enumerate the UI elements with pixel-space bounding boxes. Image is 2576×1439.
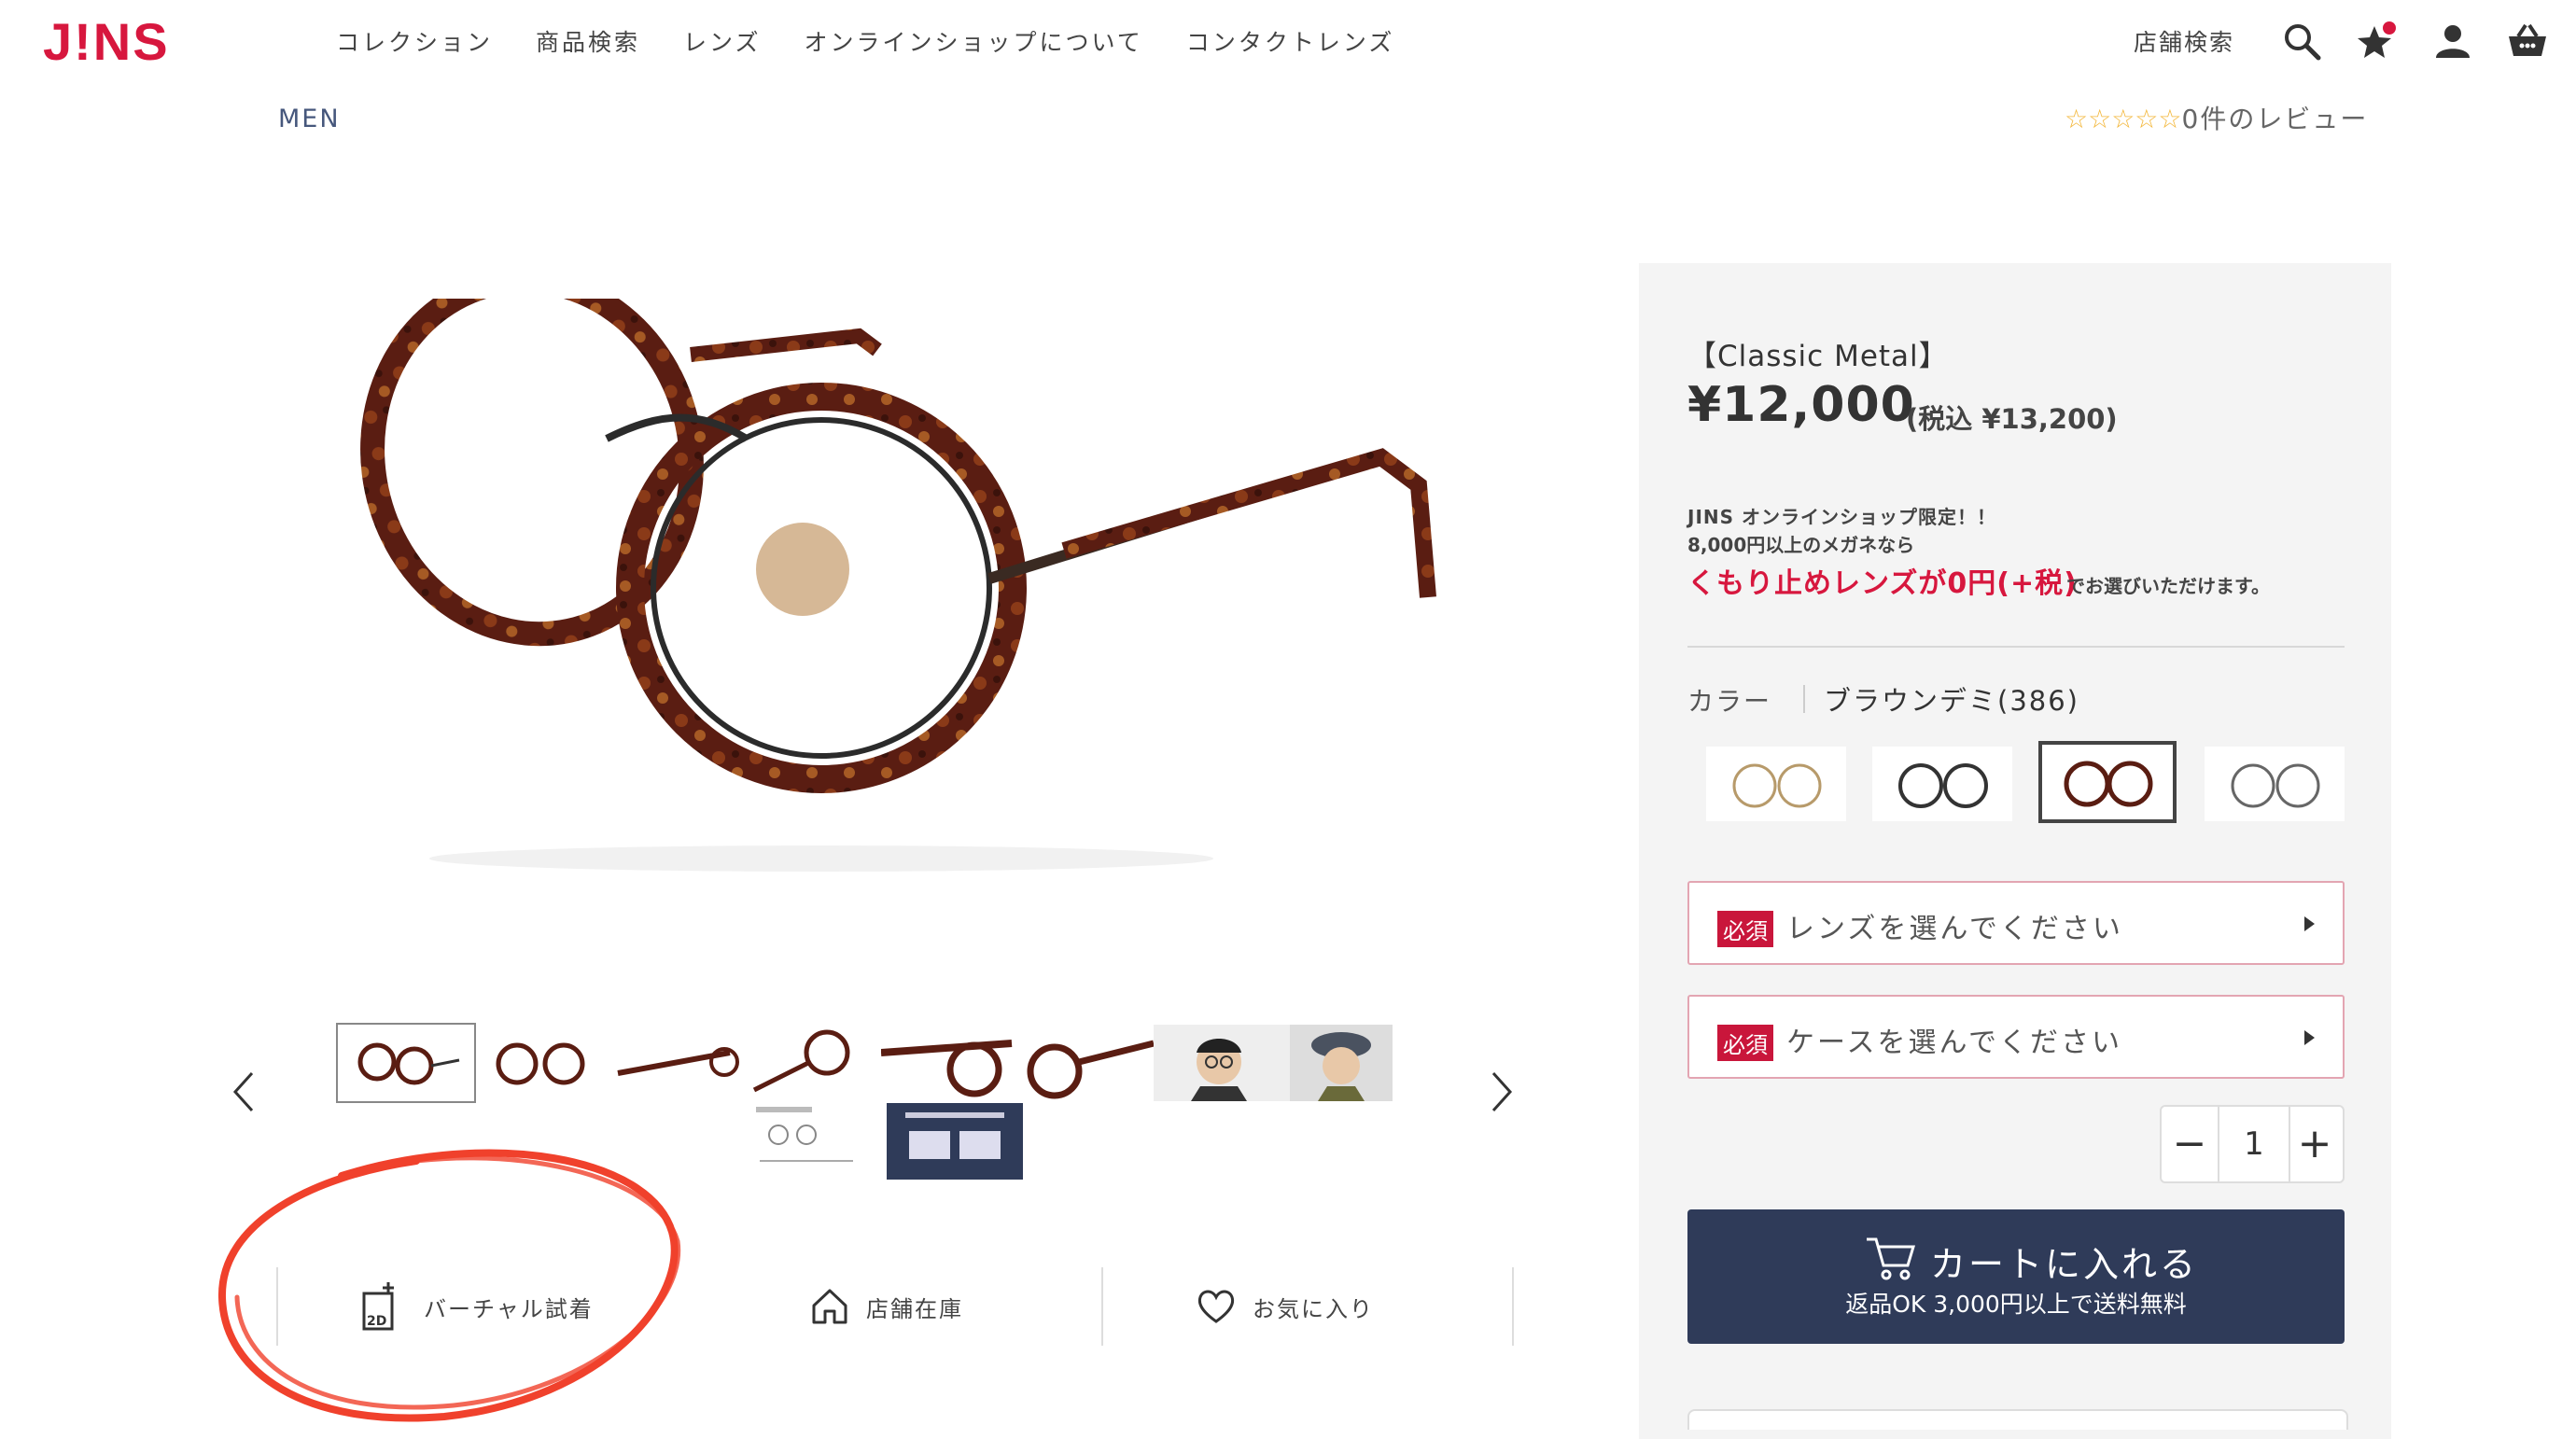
- thumbnail-2[interactable]: [472, 1025, 609, 1101]
- quantity-stepper: − 1 +: [2160, 1105, 2345, 1183]
- review-summary[interactable]: ☆☆☆☆☆0件のレビュー: [2065, 99, 2368, 136]
- quantity-minus-button[interactable]: −: [2162, 1107, 2218, 1181]
- promo-line-2: 8,000円以上のメガネなら: [1687, 534, 1915, 556]
- required-badge: 必須: [1717, 1025, 1773, 1061]
- red-circle-annotation: [217, 1149, 681, 1422]
- lens-select-label: レンズを選んでください: [1786, 913, 2123, 945]
- store-home-icon: [812, 1289, 847, 1324]
- case-select-label: ケースを選んでください: [1786, 1027, 2122, 1059]
- heart-icon: [1197, 1290, 1235, 1323]
- next-panel-box: [1687, 1409, 2348, 1430]
- color-swatch-black[interactable]: [1872, 747, 2012, 821]
- search-icon[interactable]: [2281, 21, 2322, 62]
- product-tax-price: (税込 ¥13,200): [1906, 403, 2118, 435]
- required-badge: 必須: [1717, 911, 1773, 947]
- quantity-plus-button[interactable]: +: [2287, 1107, 2343, 1181]
- product-series: 【Classic Metal】: [1687, 340, 1949, 373]
- favorite-button[interactable]: お気に入り: [1197, 1269, 1477, 1344]
- color-swatch-gold[interactable]: [1706, 747, 1846, 821]
- thumbnail-model-2[interactable]: [1290, 1025, 1393, 1101]
- lens-select[interactable]: 必須 レンズを選んでください: [1687, 881, 2345, 965]
- thumbnail-info-card[interactable]: [887, 1103, 1023, 1180]
- cart-icon: [1867, 1237, 1916, 1280]
- promo-suffix: でお選びいただけます。: [2066, 575, 2270, 597]
- case-select[interactable]: 必須 ケースを選んでください: [1687, 995, 2345, 1079]
- cart-basket-icon[interactable]: [2507, 21, 2548, 62]
- color-swatch-gray[interactable]: [2205, 747, 2345, 821]
- caret-right-icon: [2304, 1030, 2315, 1045]
- shipping-note: 返品OK 3,000円以上で送料無料: [1845, 1291, 2187, 1318]
- product-price: ¥12,000: [1687, 377, 1915, 433]
- thumbnail-4[interactable]: [745, 1025, 881, 1101]
- main-product-image: [360, 299, 1436, 872]
- color-divider: [1803, 685, 1805, 713]
- nav-lens[interactable]: レンズ: [683, 24, 762, 58]
- color-name: ブラウンデミ(386): [1824, 685, 2079, 717]
- thumbnail-5[interactable]: [881, 1025, 1017, 1101]
- add-to-cart-button[interactable]: カートに入れる 返品OK 3,000円以上で送料無料: [1687, 1209, 2345, 1344]
- quantity-value[interactable]: 1: [2218, 1107, 2290, 1181]
- action-divider: [1101, 1267, 1103, 1346]
- promo-line-1: JINS オンラインショップ限定！！: [1687, 506, 1996, 528]
- store-stock-button[interactable]: 店舗在庫: [810, 1269, 1071, 1344]
- thumbnail-3[interactable]: [609, 1025, 745, 1101]
- favorite-label: お気に入り: [1253, 1295, 1374, 1322]
- thumbnail-spec-sheet[interactable]: [750, 1103, 887, 1180]
- favorites-star-icon[interactable]: [2356, 21, 2397, 62]
- thumbnail-model-1[interactable]: [1154, 1025, 1290, 1101]
- add-to-cart-label: カートに入れる: [1930, 1244, 2199, 1285]
- promo-highlight: くもり止めレンズが0円(+税): [1687, 567, 2078, 600]
- thumbnail-prev-arrow[interactable]: [230, 1064, 258, 1120]
- nav-contact-lens[interactable]: コンタクトレンズ: [1186, 24, 1395, 58]
- breadcrumb[interactable]: MEN: [278, 105, 341, 133]
- caret-right-icon: [2304, 916, 2315, 931]
- store-search-link[interactable]: 店舗検索: [2134, 24, 2234, 58]
- thumbnail-next-arrow[interactable]: [1488, 1064, 1516, 1120]
- action-divider: [1512, 1267, 1514, 1346]
- nav-product-search[interactable]: 商品検索: [536, 24, 640, 58]
- color-label: カラー: [1687, 686, 1772, 717]
- color-swatch-brown-demi-selected[interactable]: [2038, 741, 2177, 823]
- main-nav: コレクション 商品検索 レンズ オンラインショップについて コンタクトレンズ: [336, 24, 1394, 58]
- review-count: 0件のレビュー: [2181, 104, 2369, 134]
- review-stars: ☆☆☆☆☆: [2065, 104, 2182, 134]
- panel-divider: [1687, 646, 2345, 648]
- nav-collection[interactable]: コレクション: [336, 24, 493, 58]
- thumbnail-6[interactable]: [1017, 1025, 1154, 1101]
- jins-logo[interactable]: J!NS: [43, 11, 170, 72]
- thumbnail-1[interactable]: [336, 1023, 476, 1103]
- account-icon[interactable]: [2432, 21, 2473, 62]
- nav-online-shop-about[interactable]: オンラインショップについて: [805, 24, 1143, 58]
- store-stock-label: 店舗在庫: [866, 1295, 963, 1322]
